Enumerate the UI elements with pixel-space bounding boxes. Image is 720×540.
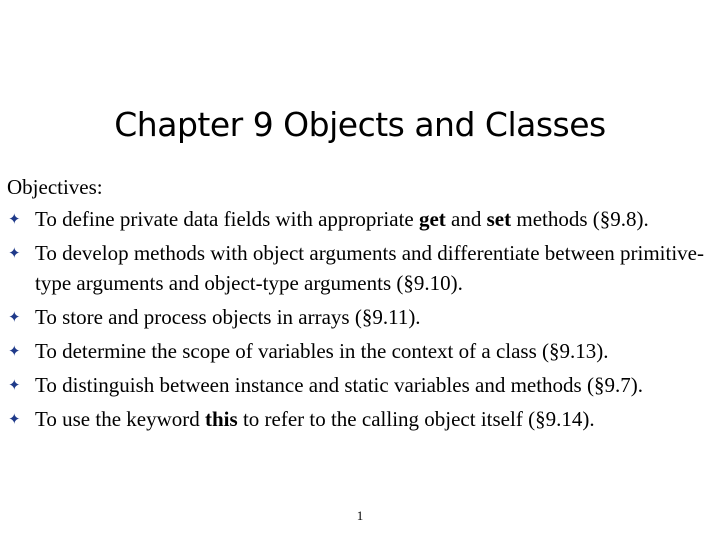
objective-item: ✦ To distinguish between instance and st… [7, 370, 707, 400]
keyword-set: set [486, 207, 512, 231]
slide: Chapter 9 Objects and Classes Objectives… [0, 0, 720, 540]
objective-item: ✦ To store and process objects in arrays… [7, 302, 707, 332]
slide-content: Objectives: ✦ To define private data fie… [7, 172, 707, 438]
star-bullet-icon: ✦ [8, 308, 21, 326]
objectives-list: ✦ To define private data fields with app… [7, 204, 707, 434]
objective-item: ✦ To determine the scope of variables in… [7, 336, 707, 366]
star-bullet-icon: ✦ [8, 342, 21, 360]
objective-item: ✦ To use the keyword this to refer to th… [7, 404, 707, 434]
objective-text: To define private data fields with appro… [35, 207, 649, 231]
objective-text-segment: To distinguish between instance and stat… [35, 373, 643, 397]
keyword-this: this [205, 407, 238, 431]
slide-title: Chapter 9 Objects and Classes [114, 105, 606, 144]
objective-text: To develop methods with object arguments… [35, 241, 704, 295]
objective-text-segment: To develop methods with object arguments… [35, 241, 704, 295]
objective-text-segment: To determine the scope of variables in t… [35, 339, 609, 363]
objective-text-segment: To use the keyword [35, 407, 205, 431]
objective-text: To distinguish between instance and stat… [35, 373, 643, 397]
page-number: 1 [356, 508, 364, 523]
objectives-label: Objectives: [7, 175, 103, 199]
star-bullet-icon: ✦ [8, 210, 21, 228]
objective-text-segment: methods (§9.8). [511, 207, 649, 231]
star-bullet-icon: ✦ [8, 410, 21, 428]
objective-text: To store and process objects in arrays (… [35, 305, 421, 329]
keyword-get: get [418, 207, 446, 231]
star-bullet-icon: ✦ [8, 244, 21, 262]
objective-item: ✦ To develop methods with object argumen… [7, 238, 707, 298]
objective-text-segment: To store and process objects in arrays (… [35, 305, 421, 329]
objective-item: ✦ To define private data fields with app… [7, 204, 707, 234]
star-bullet-icon: ✦ [8, 376, 21, 394]
objective-text-segment: To define private data fields with appro… [35, 207, 419, 231]
objective-text-segment: and [445, 207, 487, 231]
objective-text-segment: to refer to the calling object itself (§… [237, 407, 595, 431]
objective-text: To use the keyword this to refer to the … [35, 407, 595, 431]
objective-text: To determine the scope of variables in t… [35, 339, 609, 363]
